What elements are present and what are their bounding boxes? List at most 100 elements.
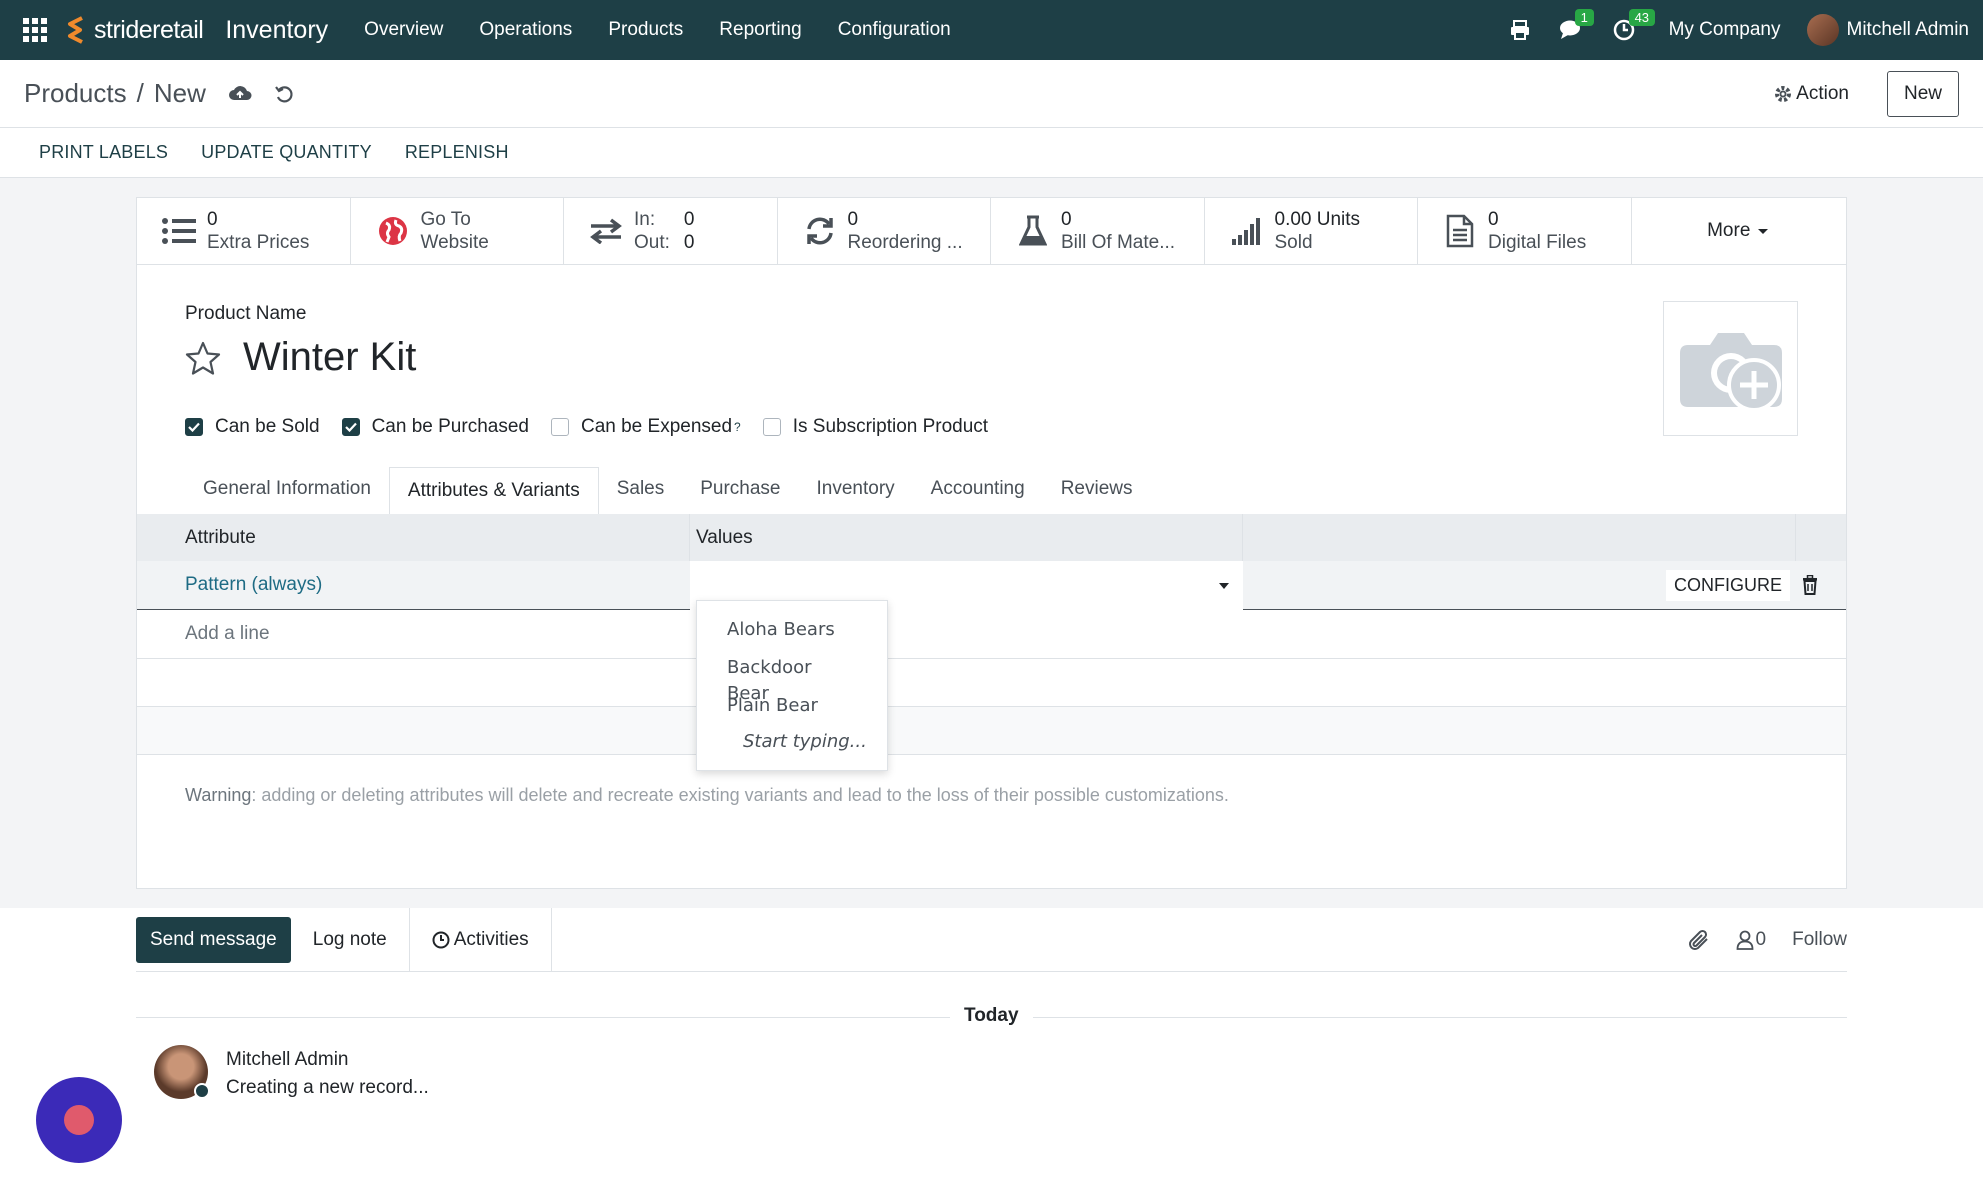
breadcrumb: Products / New <box>24 78 206 109</box>
website-line1: Go To <box>420 209 471 230</box>
activities-button[interactable]: Activities <box>410 907 552 972</box>
product-type-checkboxes: Can be Sold Can be Purchased Can be Expe… <box>185 416 1010 438</box>
print-icon[interactable] <box>1509 19 1531 41</box>
add-a-line-link[interactable]: Add a line <box>137 623 270 645</box>
save-cloud-icon[interactable] <box>228 84 252 104</box>
attribute-lines-table: Attribute Values Pattern (always) CONFIG… <box>137 514 1846 755</box>
caret-down-icon <box>1758 229 1769 234</box>
app-name[interactable]: Inventory <box>225 16 328 45</box>
can-be-expensed-checkbox[interactable]: Can be Expensed ? <box>550 416 741 438</box>
breadcrumb-separator: / <box>136 78 144 108</box>
caret-down-icon[interactable] <box>1217 581 1231 591</box>
warning-label: Warning <box>185 785 252 805</box>
followers-button[interactable]: 0 <box>1736 929 1766 951</box>
paperclip-icon[interactable] <box>1688 928 1710 952</box>
assistant-fab-button[interactable] <box>36 1077 122 1163</box>
menu-products[interactable]: Products <box>608 19 683 41</box>
dropdown-option-backdoor-bear[interactable]: Backdoor Bear <box>697 649 887 704</box>
product-name-input[interactable]: Winter Kit <box>243 335 416 380</box>
tab-general-information[interactable]: General Information <box>185 466 389 514</box>
flask-icon <box>1015 215 1051 247</box>
breadcrumb-products[interactable]: Products <box>24 78 127 109</box>
more-dropdown-button[interactable]: More <box>1632 198 1847 264</box>
go-to-website-button[interactable]: Go To Website <box>351 198 564 264</box>
new-button[interactable]: New <box>1886 70 1959 117</box>
values-autocomplete-dropdown: Aloha Bears Backdoor Bear Plain Bear Sta… <box>696 600 888 771</box>
attribute-cell[interactable]: Pattern (always) <box>137 574 690 596</box>
print-labels-button[interactable]: PRINT LABELS <box>39 142 168 163</box>
action-label: Action <box>1796 82 1849 104</box>
apps-grid-icon[interactable] <box>22 17 48 43</box>
refresh-icon <box>802 216 838 246</box>
log-note-button[interactable]: Log note <box>291 907 410 972</box>
online-status-icon <box>194 1083 210 1099</box>
tab-reviews[interactable]: Reviews <box>1043 466 1151 514</box>
units-sold-button[interactable]: 0.00 Units Sold <box>1205 198 1418 264</box>
website-line2: Website <box>420 232 489 253</box>
menu-operations[interactable]: Operations <box>479 19 572 41</box>
configure-button[interactable]: CONFIGURE <box>1666 569 1790 601</box>
tab-attributes-variants[interactable]: Attributes & Variants <box>388 467 599 515</box>
can-be-purchased-label: Can be Purchased <box>371 416 529 437</box>
column-values[interactable]: Values <box>690 514 1243 561</box>
bill-of-materials-button[interactable]: 0 Bill Of Mate... <box>991 198 1205 264</box>
activities-label: Activities <box>453 928 529 950</box>
camera-plus-icon <box>1679 332 1782 412</box>
user-avatar[interactable] <box>1806 14 1839 46</box>
variants-warning: Warning: adding or deleting attributes w… <box>185 785 1229 806</box>
extra-prices-label: Extra Prices <box>207 232 310 253</box>
action-menu-button[interactable]: Action <box>1774 83 1849 105</box>
out-value: 0 <box>683 232 695 253</box>
digital-files-button[interactable]: 0 Digital Files <box>1418 198 1632 264</box>
discard-undo-icon[interactable] <box>274 84 294 104</box>
help-tooltip-icon[interactable]: ? <box>734 420 741 434</box>
tab-sales[interactable]: Sales <box>599 466 683 514</box>
reordering-label: Reordering ... <box>847 232 963 253</box>
is-subscription-checkbox[interactable]: Is Subscription Product <box>762 416 988 438</box>
user-menu[interactable]: Mitchell Admin <box>1847 19 1970 41</box>
column-attribute[interactable]: Attribute <box>137 514 690 561</box>
out-label: Out: <box>634 232 670 253</box>
reordering-count: 0 <box>847 209 859 230</box>
extra-prices-count: 0 <box>207 209 218 230</box>
update-quantity-button[interactable]: UPDATE QUANTITY <box>201 142 372 163</box>
breadcrumb-current: New <box>153 78 206 108</box>
column-actions <box>1796 514 1846 561</box>
replenish-button[interactable]: REPLENISH <box>405 142 509 163</box>
column-empty <box>1243 514 1796 561</box>
can-be-purchased-checkbox[interactable]: Can be Purchased <box>341 416 529 438</box>
menu-overview[interactable]: Overview <box>364 19 443 41</box>
add-line-row: Add a line <box>137 610 1846 659</box>
messages-icon[interactable]: 1 <box>1559 9 1594 41</box>
messages-badge: 1 <box>1574 9 1594 26</box>
dropdown-option-plain-bear[interactable]: Plain Bear <box>697 687 887 725</box>
in-out-moves-button[interactable]: In: 0 Out: 0 <box>564 198 778 264</box>
checkbox-unchecked-icon <box>550 418 569 436</box>
can-be-sold-checkbox[interactable]: Can be Sold <box>185 416 320 438</box>
menu-reporting[interactable]: Reporting <box>719 19 801 41</box>
exchange-arrows-icon <box>588 218 624 244</box>
menu-configuration[interactable]: Configuration <box>838 19 951 41</box>
brand-logo[interactable]: strideretail <box>62 14 204 46</box>
author-avatar[interactable] <box>154 1045 210 1099</box>
gear-icon <box>1775 85 1792 102</box>
favorite-star-icon[interactable] <box>185 341 221 375</box>
extra-prices-button[interactable]: 0 Extra Prices <box>137 198 351 264</box>
table-row[interactable]: Pattern (always) CONFIGURE <box>137 560 1846 610</box>
units-sold-value: 0.00 Units <box>1274 209 1361 230</box>
trash-icon[interactable] <box>1802 575 1818 595</box>
follow-button[interactable]: Follow <box>1792 929 1847 951</box>
product-image-upload[interactable] <box>1663 301 1798 436</box>
control-panel: Products / New Action New <box>0 60 1983 128</box>
send-message-button[interactable]: Send message <box>136 916 291 963</box>
company-switcher[interactable]: My Company <box>1669 19 1781 41</box>
tab-inventory[interactable]: Inventory <box>799 466 913 514</box>
checkbox-unchecked-icon <box>762 418 781 436</box>
reordering-rules-button[interactable]: 0 Reordering ... <box>778 198 991 264</box>
units-sold-label: Sold <box>1274 232 1313 253</box>
tab-accounting[interactable]: Accounting <box>913 466 1043 514</box>
tab-purchase[interactable]: Purchase <box>682 466 798 514</box>
dropdown-option-aloha-bears[interactable]: Aloha Bears <box>697 611 887 649</box>
message-author[interactable]: Mitchell Admin <box>226 1049 429 1071</box>
activities-clock-icon[interactable]: 43 <box>1613 9 1656 41</box>
